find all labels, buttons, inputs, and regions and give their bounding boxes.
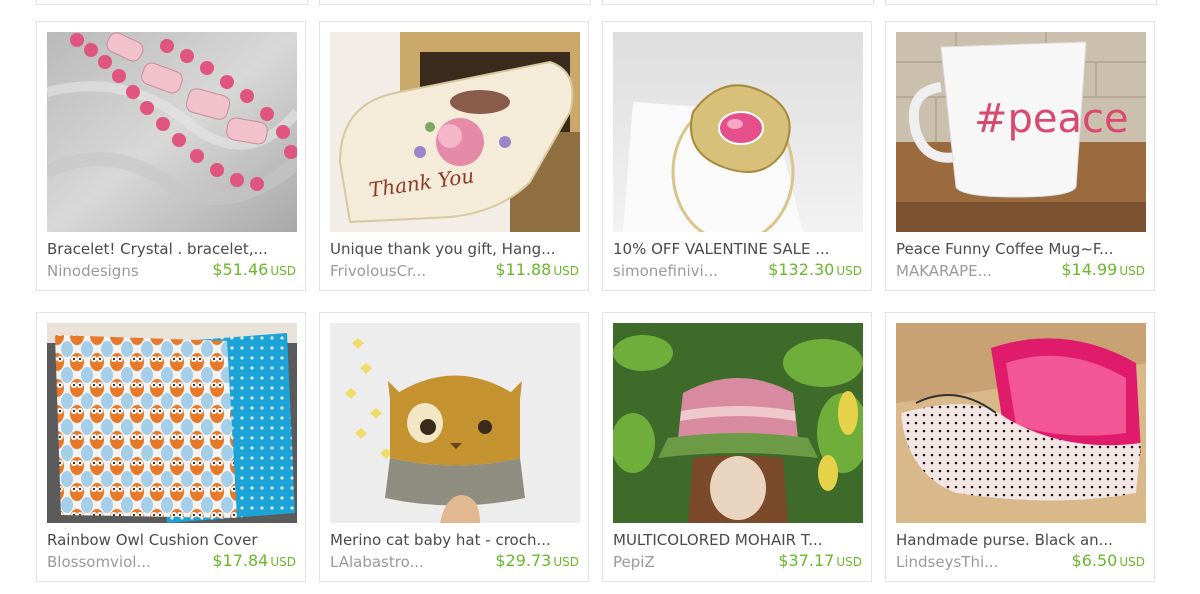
- shop-name[interactable]: Blossomviol...: [47, 553, 177, 571]
- listing-image[interactable]: Thank You: [330, 32, 580, 232]
- listing-card-mohair-hat[interactable]: MULTICOLORED MOHAIR T... PepiZ $37.17 USD: [602, 312, 872, 582]
- listing-card-mug[interactable]: #peace Peace Funny Coffee Mug~F... MAKAR…: [885, 21, 1155, 291]
- peace-text: #peace: [974, 96, 1129, 142]
- price-amount: $6.50: [1071, 551, 1118, 570]
- price-amount: $11.88: [495, 260, 552, 279]
- price-amount: $51.46: [212, 260, 269, 279]
- listing-title[interactable]: Rainbow Owl Cushion Cover: [47, 531, 299, 549]
- previous-row-card: [602, 0, 874, 5]
- listing-card-thank-you-gift[interactable]: Thank You Unique thank you gift, Hang...…: [319, 21, 589, 291]
- price-currency: USD: [836, 264, 862, 278]
- previous-row-card: [885, 0, 1157, 5]
- price: $6.50 USD: [1072, 551, 1145, 570]
- shop-name[interactable]: Ninodesigns: [47, 262, 177, 280]
- listing-image[interactable]: [613, 323, 863, 523]
- listing-card-ring[interactable]: 10% OFF VALENTINE SALE ... simonefinivi.…: [602, 21, 872, 291]
- shop-name[interactable]: PepiZ: [613, 553, 743, 571]
- price-amount: $37.17: [778, 551, 835, 570]
- price-amount: $14.99: [1061, 260, 1118, 279]
- shop-name[interactable]: LAlabastro...: [330, 553, 460, 571]
- listing-title[interactable]: MULTICOLORED MOHAIR T...: [613, 531, 865, 549]
- price-currency: USD: [1119, 264, 1145, 278]
- price: $17.84 USD: [212, 551, 296, 570]
- shop-name[interactable]: MAKARAPE...: [896, 262, 1026, 280]
- listing-title[interactable]: Bracelet! Crystal . bracelet,...: [47, 240, 299, 258]
- price: $11.88 USD: [495, 260, 579, 279]
- listing-grid: Bracelet! Crystal . bracelet,... Ninodes…: [0, 0, 1200, 594]
- price: $51.46 USD: [212, 260, 296, 279]
- price-currency: USD: [270, 264, 296, 278]
- listing-image[interactable]: [330, 323, 580, 523]
- shop-name[interactable]: LindseysThi...: [896, 553, 1026, 571]
- price-currency: USD: [553, 555, 579, 569]
- price-amount: $29.73: [495, 551, 552, 570]
- listing-card-bracelet[interactable]: Bracelet! Crystal . bracelet,... Ninodes…: [36, 21, 306, 291]
- listing-title[interactable]: Handmade purse. Black an...: [896, 531, 1148, 549]
- previous-row-card: [36, 0, 308, 5]
- previous-row-card: [319, 0, 591, 5]
- price-currency: USD: [270, 555, 296, 569]
- price-amount: $132.30: [768, 260, 835, 279]
- listing-image[interactable]: #peace: [896, 32, 1146, 232]
- listing-card-purse[interactable]: Handmade purse. Black an... LindseysThi.…: [885, 312, 1155, 582]
- listing-card-owl-cushion[interactable]: Rainbow Owl Cushion Cover Blossomviol...…: [36, 312, 306, 582]
- listing-title[interactable]: Peace Funny Coffee Mug~F...: [896, 240, 1148, 258]
- price: $37.17 USD: [778, 551, 862, 570]
- price-amount: $17.84: [212, 551, 269, 570]
- price-currency: USD: [1119, 555, 1145, 569]
- price: $132.30 USD: [768, 260, 862, 279]
- listing-title[interactable]: Unique thank you gift, Hang...: [330, 240, 582, 258]
- price: $29.73 USD: [495, 551, 579, 570]
- listing-image[interactable]: [47, 323, 297, 523]
- shop-name[interactable]: simonefinivi...: [613, 262, 743, 280]
- price-currency: USD: [836, 555, 862, 569]
- listing-title[interactable]: Merino cat baby hat - croch...: [330, 531, 582, 549]
- shop-name[interactable]: FrivolousCr...: [330, 262, 460, 280]
- listing-image[interactable]: [47, 32, 297, 232]
- price-currency: USD: [553, 264, 579, 278]
- listing-title[interactable]: 10% OFF VALENTINE SALE ...: [613, 240, 865, 258]
- listing-card-cat-hat[interactable]: Merino cat baby hat - croch... LAlabastr…: [319, 312, 589, 582]
- listing-image[interactable]: [613, 32, 863, 232]
- listing-image[interactable]: [896, 323, 1146, 523]
- price: $14.99 USD: [1061, 260, 1145, 279]
